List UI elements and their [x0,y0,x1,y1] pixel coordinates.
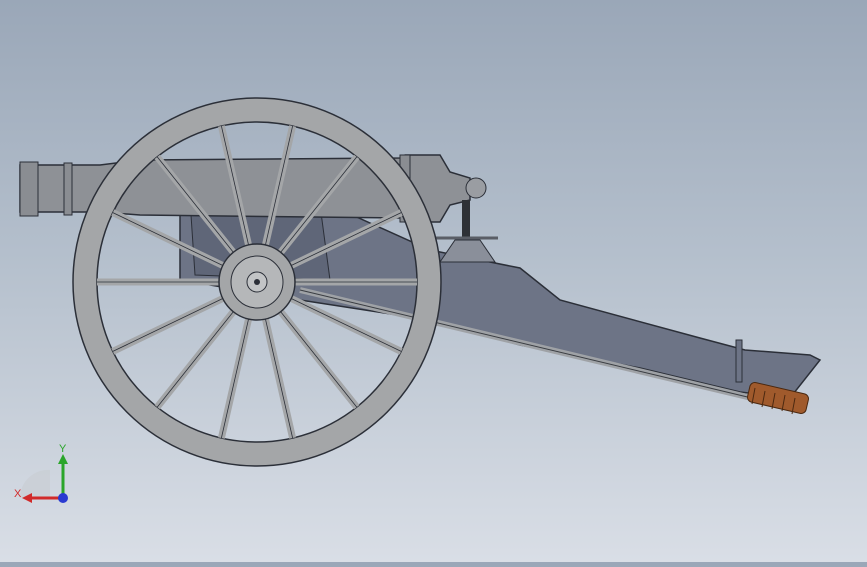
coordinate-triad: Y X [10,440,80,510]
z-axis-dot [58,493,68,503]
wheel-spoke-outline [265,318,293,439]
cannon-model[interactable] [0,0,867,562]
carriage-wheel[interactable] [72,97,442,467]
model-viewport[interactable] [0,0,867,562]
wheel-spoke-outline [221,318,249,439]
triad-plane [19,469,50,498]
y-axis-label: Y [59,443,67,455]
trail-bracket [735,339,743,383]
x-axis-label: X [14,488,22,500]
